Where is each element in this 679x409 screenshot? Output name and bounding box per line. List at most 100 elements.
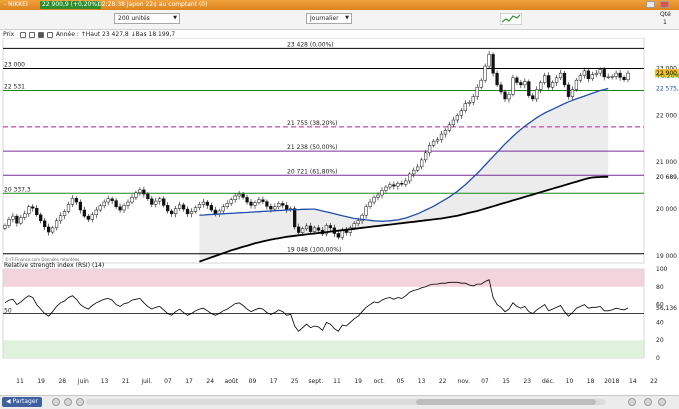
x-axis-tick: 22 xyxy=(439,378,447,385)
remove-icon[interactable] xyxy=(37,31,44,38)
candle-body xyxy=(427,145,432,154)
x-axis-tick: juil. xyxy=(140,378,152,385)
minimize-button[interactable] xyxy=(646,1,655,8)
candle-body xyxy=(562,72,567,86)
zoom-in-button[interactable] xyxy=(644,398,652,406)
candle-body xyxy=(598,69,602,74)
candle-body xyxy=(543,75,547,83)
candle-body xyxy=(606,76,610,78)
candle-body xyxy=(39,214,43,222)
next-button[interactable] xyxy=(628,398,636,406)
units-select-value: 200 unités xyxy=(118,15,150,22)
candle-body xyxy=(142,189,146,195)
candle-body xyxy=(98,205,102,211)
x-axis-tick: 09 xyxy=(249,378,257,385)
candle-body xyxy=(447,124,452,131)
candle-body xyxy=(463,103,467,111)
candle-body xyxy=(376,194,380,198)
candle-body xyxy=(150,198,154,205)
candle-body xyxy=(201,201,206,205)
edit-icon[interactable] xyxy=(46,31,53,38)
candle-body xyxy=(550,82,555,88)
x-axis-tick: 2018 xyxy=(604,378,619,385)
x-axis-tick: 22 xyxy=(650,378,658,385)
x-axis-tick: 07 xyxy=(481,378,489,385)
candle-body xyxy=(193,207,198,212)
rsi-y-tick: 40 xyxy=(656,319,664,326)
candle-body xyxy=(46,226,51,233)
settings-icon[interactable] xyxy=(20,31,27,38)
candle-body xyxy=(126,201,130,206)
candle-body xyxy=(408,173,412,182)
candle-body xyxy=(130,197,134,203)
candle-body xyxy=(380,190,384,196)
x-axis-tick: 11 xyxy=(333,378,341,385)
candle-body xyxy=(11,215,15,220)
candle-body xyxy=(31,206,35,209)
x-axis-tick: 17 xyxy=(185,378,193,385)
candle-body xyxy=(435,139,440,142)
candle-body xyxy=(154,200,158,205)
prev-page-button[interactable] xyxy=(64,398,72,406)
period-select[interactable]: Journalier ▼ xyxy=(306,13,352,24)
eye-icon[interactable] xyxy=(29,31,36,38)
timeline-scrollbar[interactable] xyxy=(86,399,606,405)
price-badge: 22 900,9 (+0,20%) xyxy=(40,1,102,9)
qty-value: 1 xyxy=(663,19,667,26)
candle-body xyxy=(594,72,598,75)
candle-body xyxy=(451,119,456,125)
candle-body xyxy=(423,152,428,161)
x-axis-tick: 18 xyxy=(587,378,595,385)
candle-body xyxy=(50,227,55,233)
x-axis-tick: août xyxy=(225,378,239,385)
candle-body xyxy=(197,204,202,208)
candle-body xyxy=(420,159,424,168)
x-axis-tick: 19 xyxy=(354,378,362,385)
candle-body xyxy=(233,195,237,200)
candle-body xyxy=(58,215,63,222)
price-chart[interactable]: 19 00020 00021 00022 00023 0000204060801… xyxy=(0,38,679,395)
candle-body xyxy=(602,69,606,78)
rsi-value-label: 56,136 xyxy=(656,305,677,312)
chart-type-icon[interactable] xyxy=(500,13,522,25)
candle-body xyxy=(281,203,285,206)
candle-body xyxy=(582,70,587,76)
first-page-button[interactable] xyxy=(52,398,60,406)
scrollbar-thumb[interactable] xyxy=(416,399,596,405)
candle-body xyxy=(82,209,86,217)
price-y-tick: 21 000 xyxy=(656,159,677,166)
candle-body xyxy=(43,220,47,228)
candle-body xyxy=(114,200,118,207)
chevron-down-icon: ▼ xyxy=(345,15,349,21)
candle-body xyxy=(392,184,396,187)
rsi-y-tick: 20 xyxy=(656,337,664,344)
change-percent-label: +0,20% xyxy=(656,73,679,80)
candle-body xyxy=(483,65,487,81)
candle-body xyxy=(459,110,463,116)
close-button[interactable] xyxy=(660,1,669,8)
candle-body xyxy=(146,193,150,200)
price-level-label: 19 048 (100,00%) xyxy=(287,247,341,254)
share-button[interactable]: ◀ Partager xyxy=(2,397,43,407)
candle-body xyxy=(213,209,217,215)
zoom-out-button[interactable] xyxy=(658,398,666,406)
candle-body xyxy=(554,77,559,83)
price-level-label: 21 238 (50,00%) xyxy=(287,144,337,151)
candle-body xyxy=(491,54,495,74)
candle-body xyxy=(340,229,344,238)
candle-body xyxy=(118,206,122,211)
rsi-reference-label: 50 xyxy=(4,308,12,315)
candle-body xyxy=(439,133,444,140)
candle-body xyxy=(618,72,622,78)
candle-body xyxy=(558,72,563,79)
prev-button[interactable] xyxy=(76,398,84,406)
candle-body xyxy=(471,96,475,103)
candle-body xyxy=(574,79,579,90)
candle-body xyxy=(54,220,59,229)
candle-body xyxy=(384,186,388,191)
candle-body xyxy=(86,215,90,220)
period-select-value: Journalier xyxy=(310,15,339,22)
candle-body xyxy=(308,225,313,232)
units-select[interactable]: 200 unités ▼ xyxy=(114,13,180,24)
price-tag-label: 20 689,6 xyxy=(656,174,679,181)
